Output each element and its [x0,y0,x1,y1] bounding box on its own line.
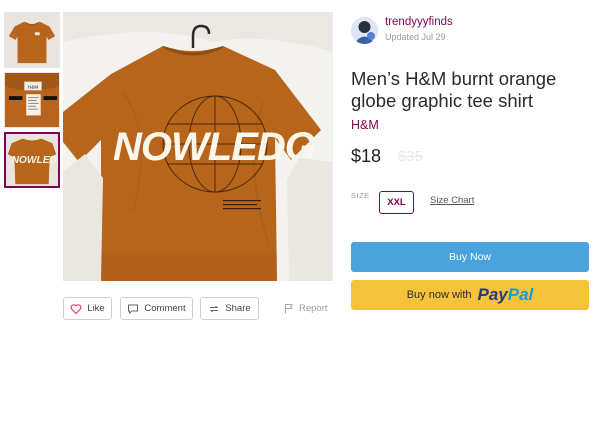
thumb-print-text: NOWLEDG [12,155,58,166]
shirt-back-thumb-image: NOWLEDG [6,134,58,186]
report-label: Report [299,303,328,314]
paypal-logo: PayPal [478,285,534,305]
thumbnail-strip: H&M NOWLEDG [4,12,61,192]
paypal-logo-pal: Pal [507,285,534,304]
paypal-buy-button[interactable]: Buy now with PayPal [351,280,589,310]
comment-label: Comment [144,303,186,314]
listing-price: $18 [351,146,382,166]
updated-date: Updated Jul 29 [385,32,446,42]
like-label: Like [87,303,105,314]
shirt-print-text: NOWLEDG [113,125,315,169]
share-label: Share [225,303,251,314]
seller-username[interactable]: trendyyyfinds [385,16,453,28]
seller-avatar[interactable] [351,17,378,44]
thumbnail-2[interactable]: H&M [4,72,60,128]
thumbnail-1[interactable] [4,12,60,68]
comment-bubble-icon [128,304,139,314]
size-chart-link[interactable]: Size Chart [430,195,474,206]
tag-brand-text: H&M [28,84,39,90]
shirt-tag-thumb-image: H&M [5,73,59,127]
shirt-front-thumb-image [5,13,59,67]
share-arrows-icon [210,305,219,312]
flag-icon [285,304,293,314]
like-button[interactable]: Like [63,297,112,320]
comment-button[interactable]: Comment [120,297,193,320]
share-button[interactable]: Share [200,297,259,320]
paypal-prefix-text: Buy now with [406,289,472,301]
listing-actions: Like Comment Share Report [63,297,335,321]
paypal-logo-pay: Pay [477,285,508,304]
heart-icon [70,303,82,314]
listing-title: Men’s H&M burnt orange globe graphic tee… [351,68,557,111]
main-product-image[interactable]: NOWLEDG [63,12,333,281]
avatar-photo [351,17,378,44]
buy-now-button[interactable]: Buy Now [351,242,589,272]
thumbnail-3-selected[interactable]: NOWLEDG [4,132,60,188]
report-link[interactable]: Report [284,297,328,320]
brand-link[interactable]: H&M [351,118,379,132]
size-option-xxl[interactable]: XXL [379,191,414,214]
original-price: $35 [398,148,424,165]
size-label: SIZE [351,191,370,200]
shirt-back-photo: NOWLEDG [63,12,333,281]
